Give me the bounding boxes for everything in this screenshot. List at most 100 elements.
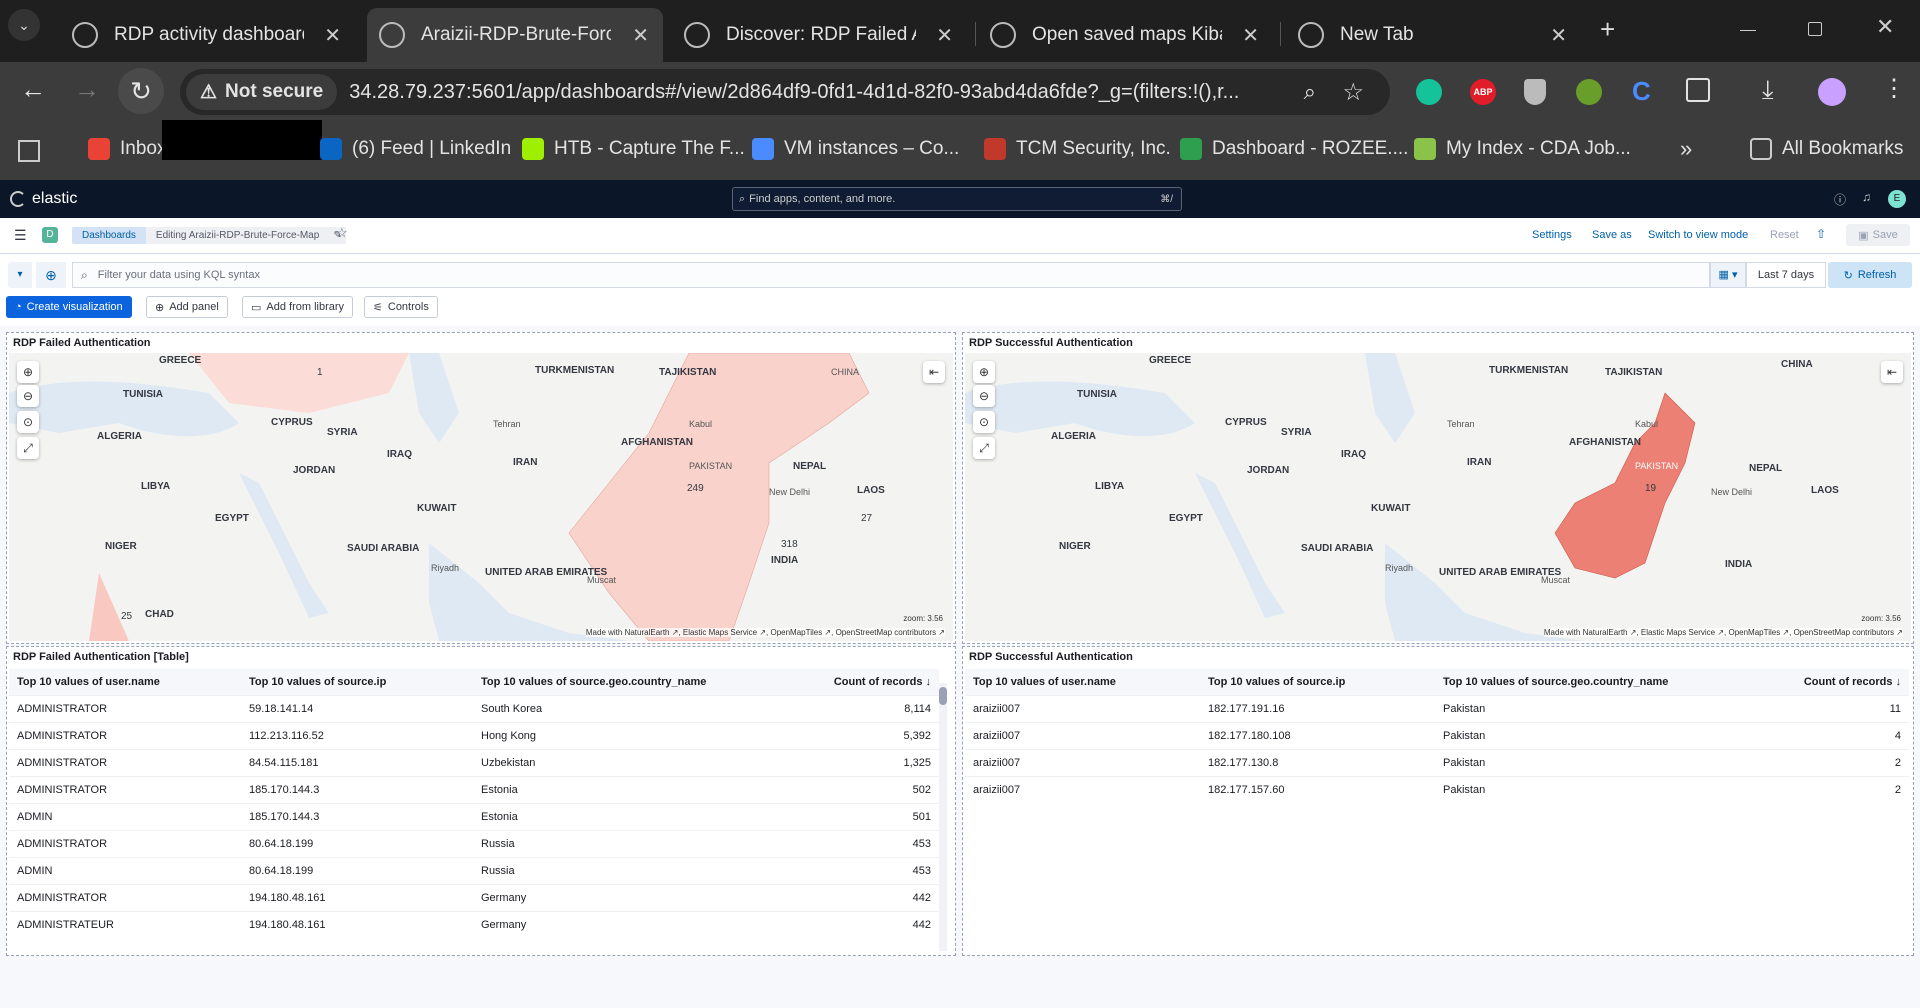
create-visualization-button[interactable]: ◔ Create visualization <box>6 296 132 318</box>
column-header[interactable]: Top 10 values of source.ip <box>1200 669 1435 695</box>
all-bookmarks[interactable]: All Bookmarks <box>1750 138 1903 160</box>
time-range[interactable]: Last 7 days <box>1746 262 1826 288</box>
column-header[interactable]: Top 10 values of source.ip <box>241 669 473 695</box>
column-header[interactable]: Count of records ↓ <box>1735 669 1909 695</box>
column-header[interactable]: Top 10 values of user.name <box>965 669 1200 695</box>
table-row[interactable]: ADMIN 80.64.18.199 Russia 453 <box>9 856 939 884</box>
security-chip[interactable]: ⚠ Not secure <box>186 74 338 110</box>
scrollbar-thumb[interactable] <box>939 687 947 705</box>
add-filter-button[interactable]: ⊕ <box>36 262 66 288</box>
kql-query-input[interactable]: ⌕ Filter your data using KQL syntax <box>72 262 1710 288</box>
refresh-button[interactable]: ↻ Refresh <box>1828 262 1912 288</box>
search-icon[interactable]: ⌕ <box>1304 79 1316 105</box>
tab-discover-rdp-failed[interactable]: Discover: RDP Failed Acti ✕ <box>672 8 967 62</box>
filter-menu-button[interactable]: ▾ <box>8 262 32 288</box>
new-tab-button[interactable]: + <box>1600 14 1615 45</box>
minimize-icon[interactable] <box>1740 30 1756 31</box>
collapse-legend-icon[interactable]: ⇤ <box>923 361 945 383</box>
adblock-icon[interactable]: ABP <box>1470 79 1496 105</box>
grammarly-icon[interactable] <box>1416 79 1442 105</box>
zoom-in-button[interactable]: ⊕ <box>973 361 995 383</box>
reset-link[interactable]: Reset <box>1770 229 1799 241</box>
close-icon[interactable]: ✕ <box>324 23 341 48</box>
column-header[interactable]: Top 10 values of source.geo.country_name <box>1435 669 1735 695</box>
table-row[interactable]: araizii007 182.177.130.8 Pakistan 2 <box>965 748 1909 776</box>
save-button[interactable]: ▣ Save <box>1846 224 1910 246</box>
close-icon[interactable]: ✕ <box>936 23 953 48</box>
table-row[interactable]: ADMINISTRATOR 194.180.48.161 Germany 442 <box>9 883 939 911</box>
map-attribution[interactable]: Made with NaturalEarth ↗, Elastic Maps S… <box>585 628 945 637</box>
user-avatar[interactable]: E <box>1888 190 1906 208</box>
breadcrumb-dashboards[interactable]: Dashboards <box>72 227 146 244</box>
bookmark-htb[interactable]: HTB - Capture The F... <box>522 138 745 160</box>
apps-grid-icon[interactable] <box>18 140 40 162</box>
column-header[interactable]: Top 10 values of user.name <box>9 669 241 695</box>
table-row[interactable]: ADMIN 185.170.144.3 Estonia 501 <box>9 802 939 830</box>
share-icon[interactable]: ⇧ <box>1816 227 1826 241</box>
fullscreen-icon[interactable]: ⤢ <box>973 437 995 459</box>
news-icon[interactable]: ♫ <box>1862 190 1871 204</box>
reset-view-icon[interactable]: ⊙ <box>17 411 39 433</box>
extension-globe-icon[interactable] <box>1576 79 1602 105</box>
address-bar[interactable]: ⚠ Not secure 34.28.79.237:5601/app/dashb… <box>180 69 1390 115</box>
bookmark-tcm-security[interactable]: TCM Security, Inc. <box>984 138 1171 160</box>
table-row[interactable]: ADMINISTRATOR 80.64.18.199 Russia 453 <box>9 829 939 857</box>
tab-open-saved-maps[interactable]: Open saved maps Kibana ✕ <box>978 8 1273 62</box>
table-row[interactable]: ADMINISTRATOR 84.54.115.181 Uzbekistan 1,32… <box>9 748 939 776</box>
failed-auth-map[interactable]: GREECE TURKMENISTAN TAJIKISTAN CHINA TUN… <box>9 353 953 641</box>
settings-link[interactable]: Settings <box>1532 229 1572 241</box>
zoom-out-button[interactable]: ⊖ <box>17 385 39 407</box>
controls-button[interactable]: ⚟ Controls <box>364 296 438 318</box>
elastic-logo[interactable]: elastic <box>10 190 77 208</box>
save-as-link[interactable]: Save as <box>1592 229 1632 241</box>
tab-search-button[interactable]: ⌄ <box>8 9 40 41</box>
tab-araizii-rdp-brute-force[interactable]: Araizii-RDP-Brute-Force- ✕ <box>367 8 663 62</box>
reset-view-icon[interactable]: ⊙ <box>973 411 995 433</box>
table-scrollbar[interactable] <box>939 683 947 951</box>
bookmark-linkedin[interactable]: (6) Feed | LinkedIn <box>320 138 511 160</box>
global-search[interactable]: ⌕ Find apps, content, and more. ⌘/ <box>732 187 1182 211</box>
close-icon[interactable]: ✕ <box>1242 23 1259 48</box>
table-row[interactable]: ADMINISTRATEUR 194.180.48.161 Germany 442 <box>9 910 939 938</box>
bookmark-inbox[interactable]: Inbox <box>88 138 166 160</box>
menu-toggle-icon[interactable]: ☰ <box>14 227 27 244</box>
restore-icon[interactable] <box>1808 22 1822 36</box>
bookmark-rozee[interactable]: Dashboard - ROZEE.... <box>1180 138 1408 160</box>
reload-icon[interactable]: ↻ <box>118 68 164 114</box>
back-icon[interactable]: ← <box>20 74 46 105</box>
date-picker-button[interactable]: ▦ ▾ <box>1710 262 1746 288</box>
star-icon[interactable]: ☆ <box>1342 78 1364 107</box>
column-header[interactable]: Count of records ↓ <box>773 669 939 695</box>
table-row[interactable]: araizii007 182.177.180.108 Pakistan 4 <box>965 721 1909 749</box>
shield-icon[interactable] <box>1524 79 1546 105</box>
help-icon[interactable]: ⓘ <box>1834 191 1846 208</box>
menu-icon[interactable]: ⋮ <box>1882 74 1906 103</box>
close-icon[interactable]: ✕ <box>632 23 649 48</box>
bookmark-cda[interactable]: My Index - CDA Job... <box>1414 138 1631 160</box>
tab-rdp-activity-dashboard[interactable]: RDP activity dashboard ✕ <box>60 8 355 62</box>
zoom-out-button[interactable]: ⊖ <box>973 385 995 407</box>
table-row[interactable]: ADMINISTRATOR 112.213.116.52 Hong Kong 5,39… <box>9 721 939 749</box>
zoom-in-button[interactable]: ⊕ <box>17 361 39 383</box>
column-header[interactable]: Top 10 values of source.geo.country_name <box>473 669 773 695</box>
switch-view-mode-link[interactable]: Switch to view mode <box>1648 229 1748 241</box>
c-extension-icon[interactable]: C <box>1632 76 1651 107</box>
add-panel-button[interactable]: ⊕ Add panel <box>146 296 228 318</box>
tab-new-tab[interactable]: New Tab ✕ <box>1286 8 1581 62</box>
table-row[interactable]: ADMINISTRATOR 59.18.141.14 South Korea 8,11… <box>9 694 939 722</box>
favorite-star-icon[interactable]: ☆ <box>336 225 348 241</box>
forward-icon[interactable]: → <box>74 74 100 105</box>
collapse-legend-icon[interactable]: ⇤ <box>1881 361 1903 383</box>
success-auth-map[interactable]: GREECE TURKMENISTAN TAJIKISTAN CHINA TUN… <box>965 353 1911 641</box>
table-row[interactable]: ADMINISTRATOR 185.170.144.3 Estonia 502 <box>9 775 939 803</box>
extensions-icon[interactable] <box>1686 78 1710 102</box>
bookmark-vm-instances[interactable]: VM instances – Co... <box>752 138 959 160</box>
space-avatar[interactable]: D <box>42 227 58 243</box>
table-row[interactable]: araizii007 182.177.191.16 Pakistan 11 <box>965 694 1909 722</box>
close-icon[interactable]: ✕ <box>1550 23 1567 48</box>
download-icon[interactable]: ⤓ <box>1762 74 1774 106</box>
fullscreen-icon[interactable]: ⤢ <box>17 437 39 459</box>
add-from-library-button[interactable]: ▭ Add from library <box>242 296 354 318</box>
profile-avatar[interactable] <box>1818 78 1846 106</box>
table-row[interactable]: araizii007 182.177.157.60 Pakistan 2 <box>965 775 1909 803</box>
